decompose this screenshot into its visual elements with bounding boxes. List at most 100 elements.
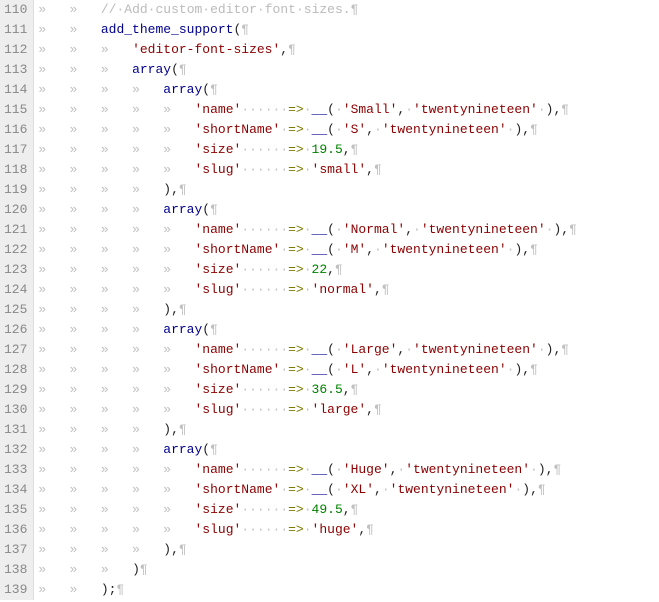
line-number: 117 [0, 140, 33, 160]
code-line[interactable]: » » );¶ [34, 580, 659, 600]
code-line[interactable]: » » » » ),¶ [34, 540, 659, 560]
tab-whitespace-marker: » [101, 322, 132, 337]
line-number: 116 [0, 120, 33, 140]
function-token: __ [312, 462, 328, 477]
operator-token: => [288, 342, 304, 357]
space-whitespace-marker: ······ [241, 402, 288, 417]
code-line[interactable]: » » » » » 'shortName'·=>·__(·'M',·'twent… [34, 240, 659, 260]
tab-whitespace-marker: » [101, 462, 132, 477]
tab-whitespace-marker: » [101, 82, 132, 97]
space-whitespace-marker: · [405, 342, 413, 357]
tab-whitespace-marker: » [163, 242, 194, 257]
code-area[interactable]: » » //·Add·custom·editor·font·sizes.¶» »… [34, 0, 659, 600]
code-line[interactable]: » » » » array(¶ [34, 320, 659, 340]
string-token: 'name' [195, 342, 242, 357]
tab-whitespace-marker: » [38, 502, 69, 517]
code-line[interactable]: » » » » » 'name'······=>·__(·'Large',·'t… [34, 340, 659, 360]
operator-token: => [288, 502, 304, 517]
string-token: 'twentynineteen' [382, 362, 507, 377]
eol-whitespace-marker: ¶ [140, 562, 148, 577]
eol-whitespace-marker: ¶ [210, 202, 218, 217]
string-token: 'large' [312, 402, 367, 417]
line-number: 136 [0, 520, 33, 540]
code-line[interactable]: » » » » ),¶ [34, 300, 659, 320]
code-line[interactable]: » » » » » 'name'······=>·__(·'Huge',·'tw… [34, 460, 659, 480]
string-token: 'slug' [195, 162, 242, 177]
tab-whitespace-marker: » [132, 402, 163, 417]
tab-whitespace-marker: » [38, 362, 69, 377]
string-token: 'M' [343, 242, 366, 257]
string-token: 'editor-font-sizes' [132, 42, 280, 57]
line-number: 110 [0, 0, 33, 20]
code-line[interactable]: » » » » » 'shortName'·=>·__(·'XL',·'twen… [34, 480, 659, 500]
tab-whitespace-marker: » [38, 422, 69, 437]
tab-whitespace-marker: » [132, 122, 163, 137]
line-number: 122 [0, 240, 33, 260]
code-line[interactable]: » » » array(¶ [34, 60, 659, 80]
tab-whitespace-marker: » [132, 482, 163, 497]
code-line[interactable]: » » » » » 'shortName'·=>·__(·'S',·'twent… [34, 120, 659, 140]
punct-token: ( [327, 102, 335, 117]
line-number: 128 [0, 360, 33, 380]
tab-whitespace-marker: » [163, 482, 194, 497]
tab-whitespace-marker: » [38, 382, 69, 397]
tab-whitespace-marker: » [132, 342, 163, 357]
code-line[interactable]: » » » » » 'slug'······=>·'large',¶ [34, 400, 659, 420]
code-line[interactable]: » » » » » 'slug'······=>·'small',¶ [34, 160, 659, 180]
tab-whitespace-marker: » [101, 142, 132, 157]
tab-whitespace-marker: » [101, 182, 132, 197]
code-line[interactable]: » » » 'editor-font-sizes',¶ [34, 40, 659, 60]
tab-whitespace-marker: » [132, 422, 163, 437]
function-token: __ [312, 242, 328, 257]
tab-whitespace-marker: » [38, 142, 69, 157]
line-number: 120 [0, 200, 33, 220]
punct-token: , [374, 482, 382, 497]
code-line[interactable]: » » » » array(¶ [34, 440, 659, 460]
tab-whitespace-marker: » [38, 542, 69, 557]
punct-token: , [343, 502, 351, 517]
code-line[interactable]: » » add_theme_support(¶ [34, 20, 659, 40]
code-line[interactable]: » » » » » 'slug'······=>·'normal',¶ [34, 280, 659, 300]
line-number: 130 [0, 400, 33, 420]
eol-whitespace-marker: ¶ [335, 262, 343, 277]
eol-whitespace-marker: ¶ [530, 122, 538, 137]
tab-whitespace-marker: » [70, 182, 101, 197]
punct-token: ), [163, 422, 179, 437]
code-line[interactable]: » » » » » 'shortName'·=>·__(·'L',·'twent… [34, 360, 659, 380]
space-whitespace-marker: · [413, 222, 421, 237]
tab-whitespace-marker: » [70, 562, 101, 577]
comment-token: // [101, 2, 117, 17]
tab-whitespace-marker: » [163, 122, 194, 137]
code-line[interactable]: » » » » » 'name'······=>·__(·'Small',·'t… [34, 100, 659, 120]
operator-token: => [288, 102, 304, 117]
eol-whitespace-marker: ¶ [569, 222, 577, 237]
number-token: 19.5 [312, 142, 343, 157]
code-line[interactable]: » » » » » 'size'······=>·36.5,¶ [34, 380, 659, 400]
code-line[interactable]: » » » » » 'size'······=>·49.5,¶ [34, 500, 659, 520]
code-line[interactable]: » » » » ),¶ [34, 420, 659, 440]
punct-token: , [358, 522, 366, 537]
code-line[interactable]: » » » )¶ [34, 560, 659, 580]
tab-whitespace-marker: » [163, 162, 194, 177]
eol-whitespace-marker: ¶ [530, 242, 538, 257]
code-line[interactable]: » » » » array(¶ [34, 200, 659, 220]
tab-whitespace-marker: » [163, 282, 194, 297]
tab-whitespace-marker: » [70, 82, 101, 97]
eol-whitespace-marker: ¶ [374, 402, 382, 417]
punct-token: ), [514, 122, 530, 137]
tab-whitespace-marker: » [132, 542, 163, 557]
tab-whitespace-marker: » [70, 302, 101, 317]
code-line[interactable]: » » » » array(¶ [34, 80, 659, 100]
punct-token: , [366, 242, 374, 257]
punct-token: ( [202, 82, 210, 97]
code-line[interactable]: » » » » » 'size'······=>·19.5,¶ [34, 140, 659, 160]
code-line[interactable]: » » » » ),¶ [34, 180, 659, 200]
code-line[interactable]: » » » » » 'size'······=>·22,¶ [34, 260, 659, 280]
code-line[interactable]: » » » » » 'name'······=>·__(·'Normal',·'… [34, 220, 659, 240]
tab-whitespace-marker: » [70, 482, 101, 497]
code-line[interactable]: » » » » » 'slug'······=>·'huge',¶ [34, 520, 659, 540]
code-line[interactable]: » » //·Add·custom·editor·font·sizes.¶ [34, 0, 659, 20]
string-token: 'Small' [343, 102, 398, 117]
space-whitespace-marker: · [304, 382, 312, 397]
tab-whitespace-marker: » [101, 262, 132, 277]
